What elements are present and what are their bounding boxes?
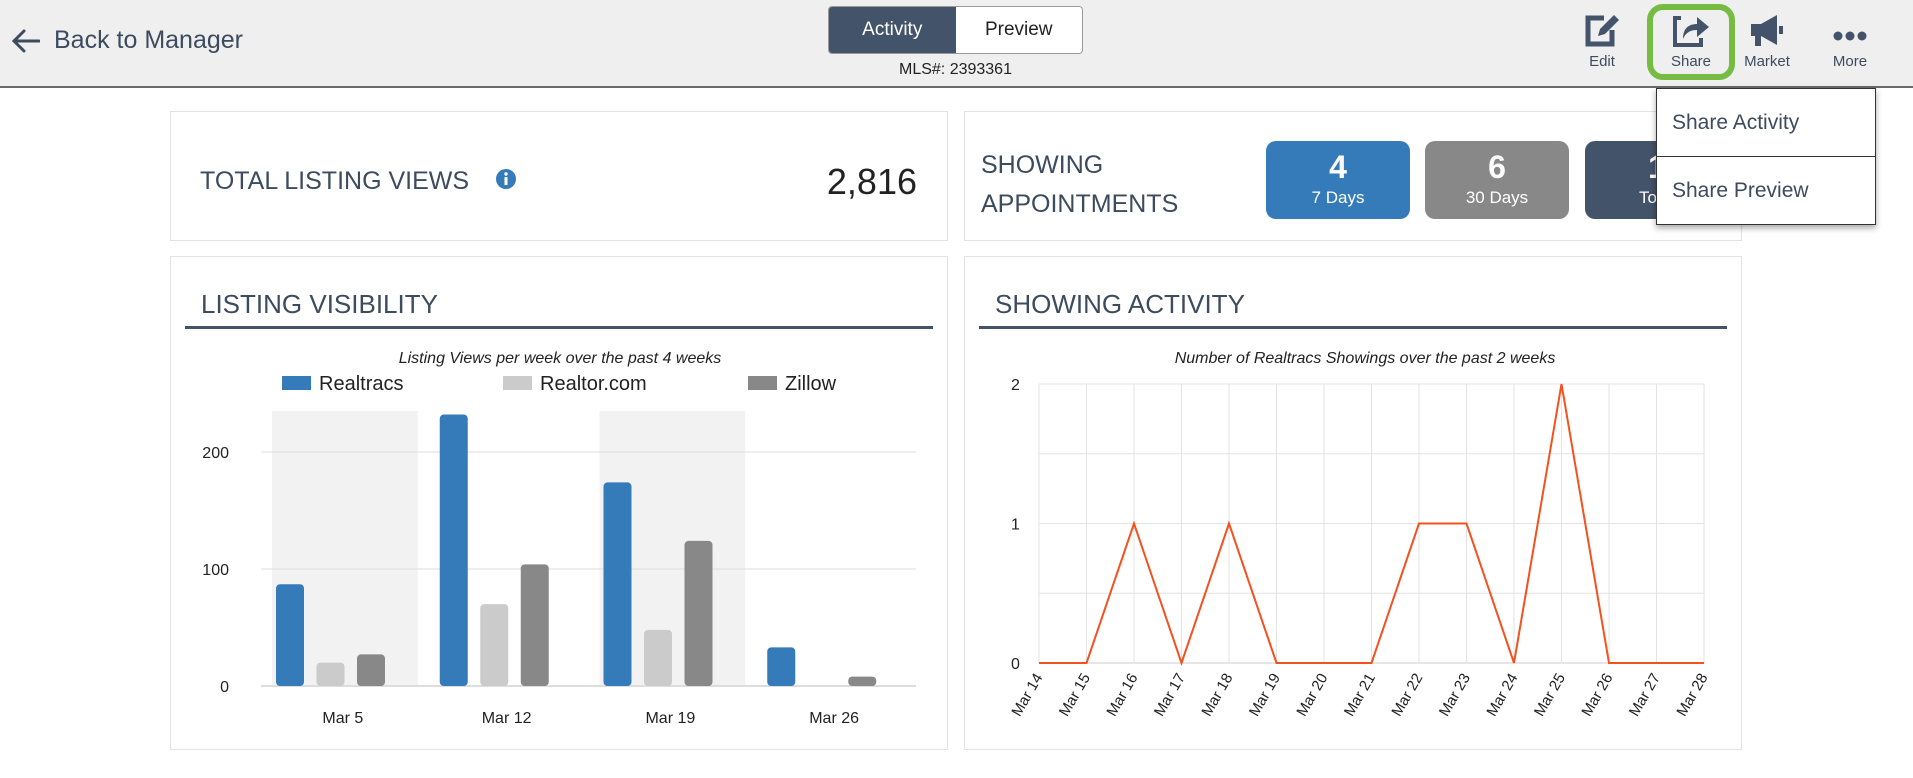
edit-label: Edit bbox=[1589, 53, 1615, 70]
showing-activity-card: SHOWING ACTIVITY Number of Realtracs Sho… bbox=[964, 256, 1742, 750]
x-tick-label: Mar 18 bbox=[1198, 671, 1236, 720]
x-tick-label: Mar 20 bbox=[1293, 671, 1331, 720]
count: 4 bbox=[1329, 149, 1347, 185]
arrow-left-icon bbox=[12, 29, 40, 52]
showing-appointments-card: SHOWING APPOINTMENTS 47 Days 630 Days 1T… bbox=[964, 111, 1742, 241]
x-tick-label: Mar 19 bbox=[1246, 671, 1284, 720]
more-icon bbox=[1833, 31, 1867, 41]
count: 6 bbox=[1488, 149, 1506, 185]
label-line-1: SHOWING bbox=[981, 151, 1104, 179]
menu-item-share-activity[interactable]: Share Activity bbox=[1657, 89, 1875, 157]
x-tick-label: Mar 23 bbox=[1436, 671, 1474, 720]
legend-label: Zillow bbox=[785, 373, 837, 395]
bar-realtorcom bbox=[480, 604, 509, 686]
x-tick-label: Mar 12 bbox=[482, 710, 532, 727]
legend-label: Realtor.com bbox=[540, 373, 647, 395]
listing-visibility-card: LISTING VISIBILITY Listing Views per wee… bbox=[170, 256, 948, 750]
bar-realtorcom bbox=[644, 629, 672, 686]
x-tick-label: Mar 25 bbox=[1531, 671, 1569, 720]
y-tick-label: 0 bbox=[1011, 656, 1020, 673]
market-label: Market bbox=[1744, 53, 1790, 70]
y-tick-label: 200 bbox=[202, 445, 229, 462]
info-icon[interactable] bbox=[495, 168, 517, 190]
market-button[interactable]: Market bbox=[1732, 12, 1802, 70]
top-bar: Back to Manager Activity Preview MLS#: 2… bbox=[0, 0, 1913, 88]
share-icon bbox=[1673, 16, 1709, 47]
bar-realtracs bbox=[439, 414, 468, 686]
bar-realtracs bbox=[276, 584, 304, 686]
period: 30 Days bbox=[1465, 188, 1529, 207]
y-tick-label: 0 bbox=[220, 679, 229, 696]
x-tick-label: Mar 21 bbox=[1341, 671, 1379, 720]
y-tick-label: 2 bbox=[1011, 377, 1020, 394]
share-dropdown-menu: Share Activity Share Preview bbox=[1656, 88, 1876, 225]
more-button[interactable]: More bbox=[1815, 12, 1885, 70]
showings-7-days[interactable]: 4 7 Days bbox=[1266, 141, 1410, 219]
edit-icon bbox=[1585, 15, 1619, 47]
total-views-value: 2,816 bbox=[826, 161, 917, 202]
x-tick-label: Mar 19 bbox=[645, 710, 695, 727]
tab-preview[interactable]: Preview bbox=[955, 7, 1082, 53]
x-tick-label: Mar 26 bbox=[1578, 671, 1616, 720]
legend-swatch bbox=[282, 376, 311, 390]
x-tick-label: Mar 5 bbox=[322, 710, 363, 727]
edit-button[interactable]: Edit bbox=[1567, 12, 1637, 70]
x-tick-label: Mar 16 bbox=[1103, 671, 1141, 720]
legend-swatch bbox=[748, 376, 777, 390]
legend-swatch bbox=[503, 376, 532, 390]
tab-activity[interactable]: Activity bbox=[829, 7, 956, 53]
bar-realtracs bbox=[767, 647, 796, 686]
bar-zillow bbox=[684, 540, 713, 686]
megaphone-icon bbox=[1751, 15, 1783, 46]
share-label: Share bbox=[1670, 53, 1712, 70]
y-tick-label: 1 bbox=[1011, 517, 1020, 534]
chart-subtitle: Listing Views per week over the past 4 w… bbox=[399, 350, 722, 367]
x-tick-label: Mar 26 bbox=[809, 710, 859, 727]
more-label: More bbox=[1832, 53, 1868, 70]
x-tick-label: Mar 17 bbox=[1151, 671, 1189, 720]
x-tick-label: Mar 22 bbox=[1388, 671, 1426, 720]
bar-realtracs bbox=[603, 482, 632, 686]
label-line-2: APPOINTMENTS bbox=[981, 190, 1179, 218]
bar-zillow bbox=[848, 676, 877, 686]
x-tick-label: Mar 14 bbox=[1008, 671, 1046, 720]
x-tick-label: Mar 15 bbox=[1056, 671, 1094, 720]
bar-zillow bbox=[520, 564, 549, 686]
showings-chart: Number of Realtracs Showings over the pa… bbox=[1008, 350, 1711, 720]
back-label: Back to Manager bbox=[54, 26, 243, 54]
mls-number: MLS#: 2393361 bbox=[899, 61, 1012, 78]
period: 7 Days bbox=[1311, 188, 1365, 207]
menu-item-share-preview[interactable]: Share Preview bbox=[1657, 157, 1875, 225]
y-tick-label: 100 bbox=[202, 562, 229, 579]
x-tick-label: Mar 24 bbox=[1483, 671, 1521, 720]
chart-subtitle: Number of Realtracs Showings over the pa… bbox=[1175, 350, 1556, 367]
bar-realtorcom bbox=[316, 662, 345, 686]
x-tick-label: Mar 28 bbox=[1673, 671, 1711, 720]
back-to-manager-link[interactable]: Back to Manager bbox=[12, 26, 243, 55]
total-views-card: TOTAL LISTING VIEWS 2,816 bbox=[170, 111, 948, 241]
legend-label: Realtracs bbox=[319, 373, 403, 395]
total-views-label: TOTAL LISTING VIEWS bbox=[200, 167, 470, 195]
view-toggle: Activity Preview bbox=[828, 6, 1083, 54]
share-button[interactable]: Share bbox=[1656, 12, 1726, 70]
listing-views-chart: Listing Views per week over the past 4 w… bbox=[202, 350, 916, 727]
x-tick-label: Mar 27 bbox=[1626, 671, 1664, 720]
showing-appointments-label: SHOWING APPOINTMENTS bbox=[981, 146, 1178, 224]
bar-zillow bbox=[357, 654, 385, 686]
showings-30-days[interactable]: 6 30 Days bbox=[1425, 141, 1569, 219]
